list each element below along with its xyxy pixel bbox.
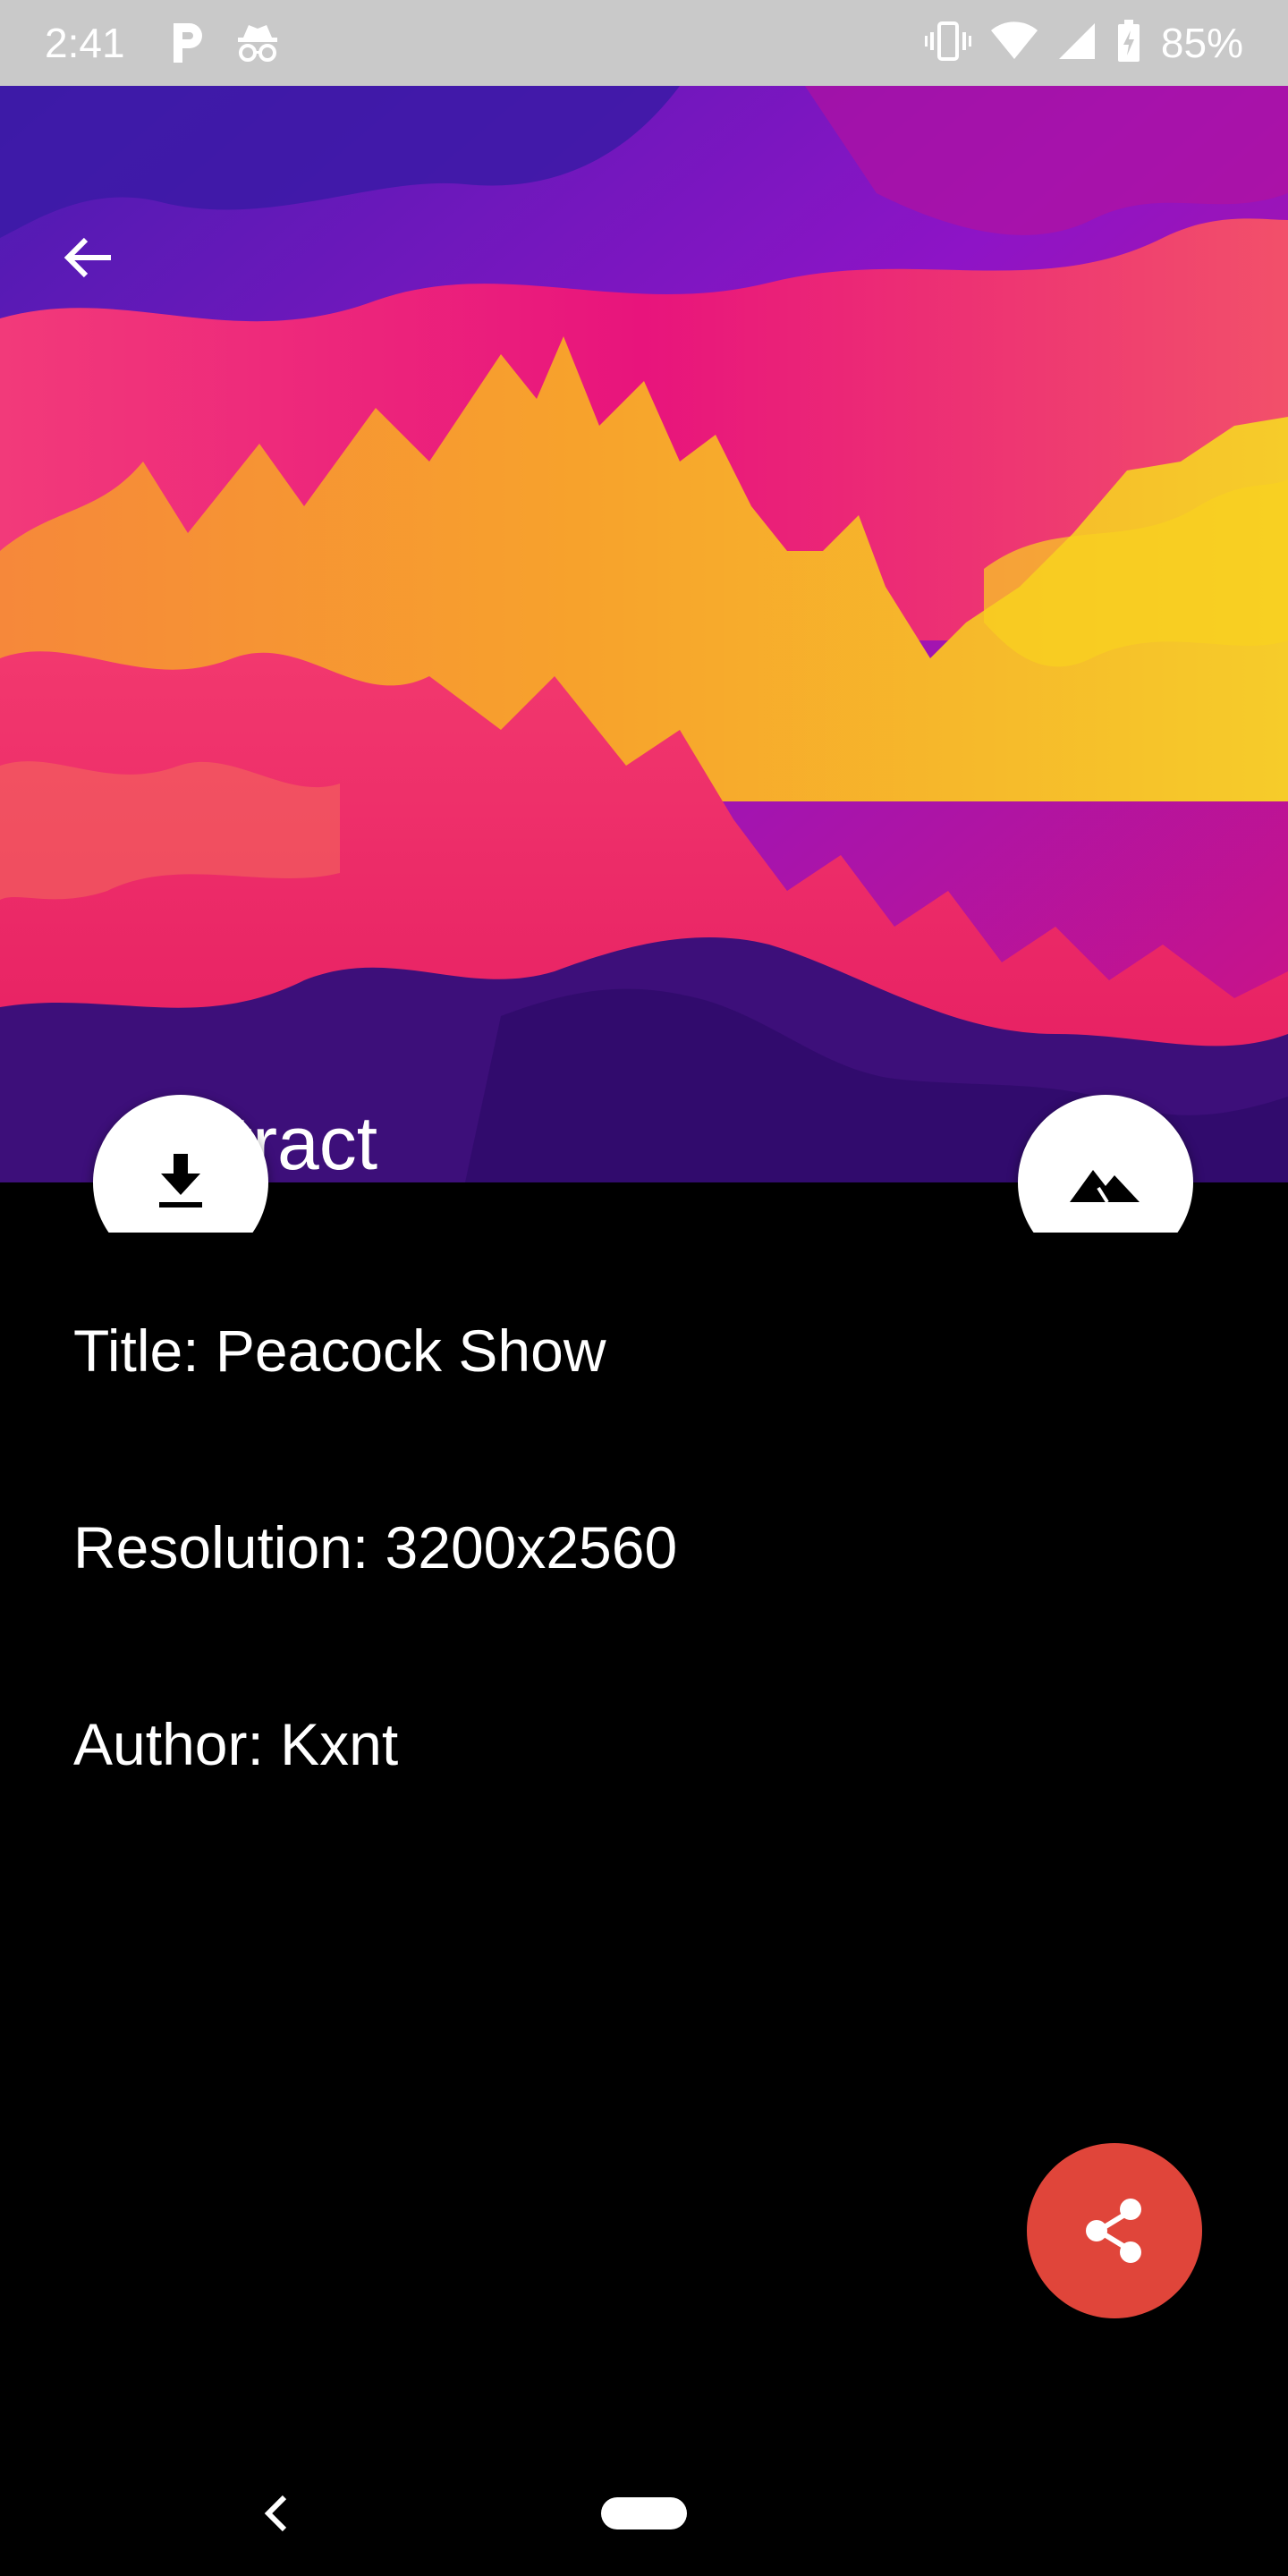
nav-back-button[interactable] bbox=[259, 2492, 295, 2535]
back-button[interactable] bbox=[52, 222, 123, 293]
battery-percent: 85% bbox=[1160, 20, 1243, 66]
cell-signal-icon bbox=[1057, 21, 1097, 65]
chevron-left-icon bbox=[264, 2495, 287, 2532]
incognito-icon bbox=[234, 20, 281, 71]
system-nav-bar bbox=[0, 2442, 1288, 2576]
parking-icon bbox=[168, 20, 208, 71]
status-time: 2:41 bbox=[45, 20, 125, 66]
details-card: Title: Peacock Show Resolution: 3200x256… bbox=[32, 1233, 1256, 1818]
detail-resolution: Resolution: 3200x2560 bbox=[73, 1514, 678, 1580]
arrow-back-icon bbox=[64, 237, 111, 278]
home-pill-icon[interactable] bbox=[601, 2497, 687, 2529]
landscape-icon bbox=[1070, 1170, 1140, 1204]
detail-title: Title: Peacock Show bbox=[73, 1318, 606, 1384]
status-bar: 2:41 85% bbox=[0, 0, 1288, 86]
abstract-wallpaper-image bbox=[0, 86, 1288, 1182]
battery-charging-icon bbox=[1116, 19, 1141, 67]
vibrate-icon bbox=[924, 20, 971, 67]
download-icon bbox=[159, 1154, 202, 1208]
share-icon bbox=[1086, 2199, 1141, 2263]
detail-author: Author: Kxnt bbox=[73, 1711, 399, 1777]
status-right: 85% bbox=[924, 16, 1243, 70]
wallpaper-preview[interactable]: Abstract bbox=[0, 86, 1288, 1182]
wifi-icon bbox=[990, 21, 1038, 65]
share-button[interactable] bbox=[1027, 2143, 1202, 2318]
status-left-icons bbox=[168, 20, 281, 71]
